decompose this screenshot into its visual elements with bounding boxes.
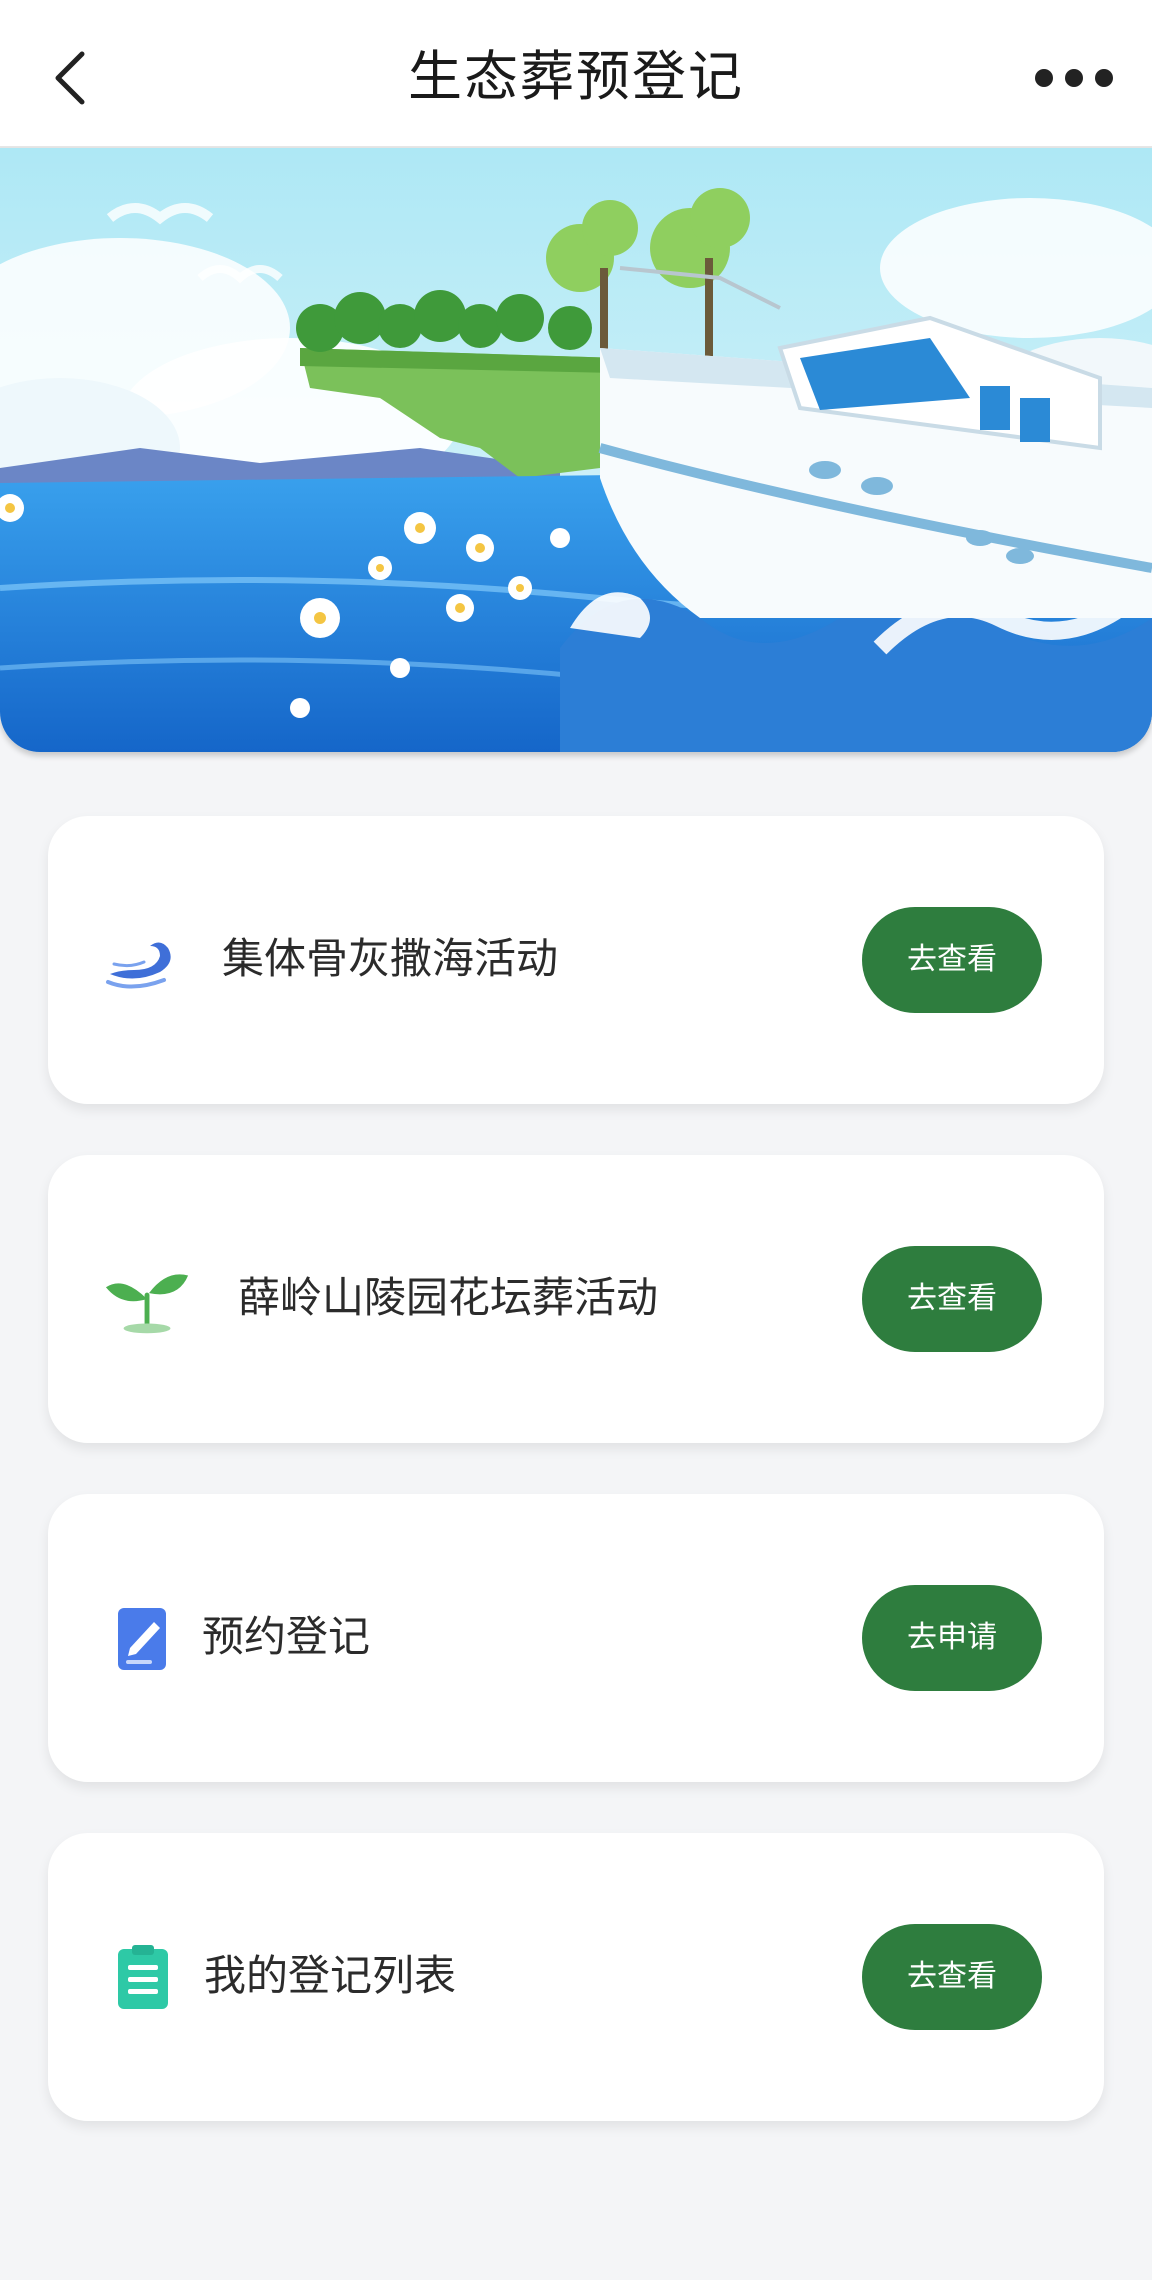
activity-card-sea-scattering: 集体骨灰撒海活动 去查看 [48, 816, 1104, 1104]
card-label: 集体骨灰撒海活动 [222, 934, 559, 983]
activity-card-flower-bed-burial: 薛岭山陵园花坛葬活动 去查看 [48, 1155, 1104, 1443]
clipboard-list-icon [118, 1945, 168, 2009]
view-button[interactable]: 去查看 [862, 1246, 1042, 1352]
view-button[interactable]: 去查看 [862, 1924, 1042, 2030]
more-dots-icon[interactable] [1032, 58, 1116, 98]
card-label: 薛岭山陵园花坛葬活动 [238, 1273, 659, 1322]
view-button[interactable]: 去查看 [862, 907, 1042, 1013]
card-label: 预约登记 [202, 1612, 371, 1661]
appointment-registration-card: 预约登记 去申请 [48, 1494, 1104, 1782]
page-title: 生态葬预登记 [408, 45, 744, 108]
navigation-bar: 生态葬预登记 [0, 0, 1152, 148]
wave-icon [106, 942, 171, 989]
card-label: 我的登记列表 [204, 1951, 457, 2000]
edit-document-icon [118, 1608, 166, 1670]
my-registration-list-card: 我的登记列表 去查看 [48, 1833, 1104, 2121]
sprout-icon [105, 1274, 189, 1334]
sea-boat-illustration [0, 148, 1152, 752]
apply-button[interactable]: 去申请 [862, 1585, 1042, 1691]
